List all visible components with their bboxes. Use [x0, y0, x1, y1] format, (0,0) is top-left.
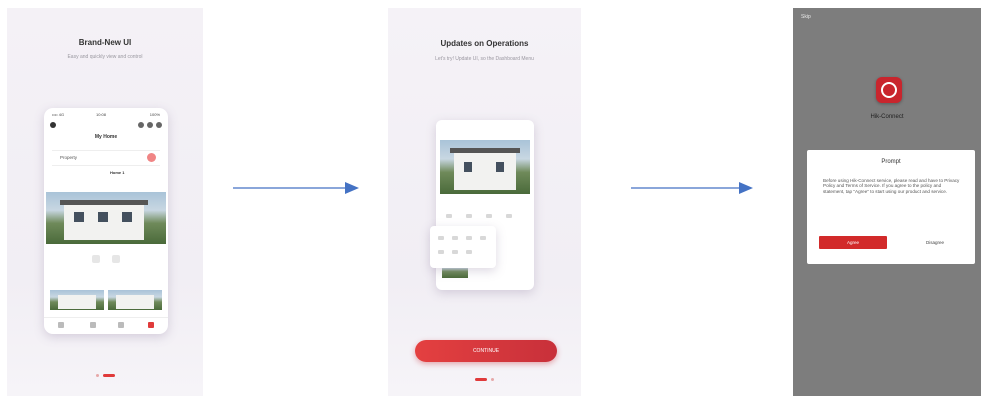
page-dot-active: [475, 378, 487, 382]
control-icon: [466, 214, 472, 218]
menu-icon[interactable]: [50, 122, 56, 128]
screen-subtitle: Easy and quickly view and control: [67, 54, 143, 60]
playback-icon[interactable]: [91, 255, 100, 263]
camera-controls: [44, 250, 168, 263]
house-image: [58, 295, 96, 309]
control-icon: [506, 214, 512, 218]
window-shape: [74, 212, 84, 222]
privacy-prompt-screen: Skip Hik-Connect Prompt Before using Hik…: [793, 8, 981, 396]
device-group-label: Home 1: [110, 170, 125, 175]
page-dot-active: [102, 374, 115, 378]
camera-thumb[interactable]: [108, 290, 162, 310]
roof-shape: [450, 148, 520, 153]
home-tab-icon[interactable]: [58, 322, 64, 328]
grid-icon[interactable]: [147, 122, 153, 128]
camera-preview: [440, 140, 530, 194]
signal-text: •••• 4G: [52, 112, 65, 117]
clock-text: 10:08: [96, 112, 107, 117]
screen-subtitle: Let's try! Update UI, so the Dashboard M…: [435, 56, 534, 62]
control-icon: [480, 236, 486, 240]
skip-link[interactable]: Skip: [801, 14, 811, 20]
house-image: [64, 204, 144, 240]
roof-shape: [60, 200, 148, 205]
screen-title: Brand-New UI: [78, 38, 132, 47]
window-shape: [98, 212, 108, 222]
status-bar: •••• 4G 10:08 100%: [52, 112, 160, 117]
property-row[interactable]: Property: [52, 150, 160, 166]
devices-tab-icon[interactable]: [90, 322, 96, 328]
control-icon: [438, 250, 444, 254]
onboarding-screen-updates: Updates on Operations Let's try! Update …: [388, 8, 581, 396]
control-icon: [438, 236, 444, 240]
message-tab-icon[interactable]: [118, 322, 124, 328]
overlay-panel: [430, 226, 496, 268]
home-title: My Home: [94, 134, 118, 140]
disagree-button[interactable]: Disagree: [905, 236, 965, 249]
screen-title: Updates on Operations: [440, 39, 529, 48]
app-name: Hik-Connect: [870, 114, 904, 120]
control-icon: [486, 214, 492, 218]
camera-thumb[interactable]: [50, 290, 104, 310]
page-dot: [491, 378, 494, 382]
control-icon: [446, 214, 452, 218]
house-image: [116, 295, 154, 309]
header-icons: [50, 122, 162, 130]
add-icon[interactable]: [156, 122, 162, 128]
flow-arrow-icon: [631, 182, 753, 194]
me-tab-icon[interactable]: [148, 322, 154, 328]
page-dot: [95, 374, 99, 378]
window-shape: [122, 212, 132, 222]
window-shape: [464, 162, 472, 172]
onboarding-screen-new-ui: Brand-New UI Easy and quickly view and c…: [7, 8, 203, 396]
tab-bar: [44, 317, 168, 334]
phone-mockup: •••• 4G 10:08 100% My Home Property Home…: [44, 108, 168, 334]
battery-text: 100%: [149, 112, 160, 117]
alert-icon: [147, 153, 156, 162]
dialog-body: Before using Hik-Connect service, please…: [823, 178, 960, 194]
control-icon: [452, 236, 458, 240]
camera-preview[interactable]: [46, 192, 166, 244]
window-shape: [496, 162, 504, 172]
camera-ring-icon: [881, 82, 897, 98]
page-indicator: [388, 371, 581, 389]
agree-button[interactable]: Agree: [819, 236, 887, 249]
control-icon: [452, 250, 458, 254]
flow-arrow-icon: [233, 182, 359, 194]
privacy-dialog: Prompt Before using Hik-Connect service,…: [807, 150, 975, 264]
page-indicator: [7, 367, 203, 385]
dialog-title: Prompt: [881, 159, 901, 165]
continue-button[interactable]: CONTINUE: [415, 340, 557, 362]
property-label: Property: [60, 155, 78, 160]
control-icon: [466, 236, 472, 240]
message-icon[interactable]: [138, 122, 144, 128]
app-logo-icon: [876, 77, 902, 103]
live-icon[interactable]: [112, 255, 121, 263]
control-icon: [466, 250, 472, 254]
